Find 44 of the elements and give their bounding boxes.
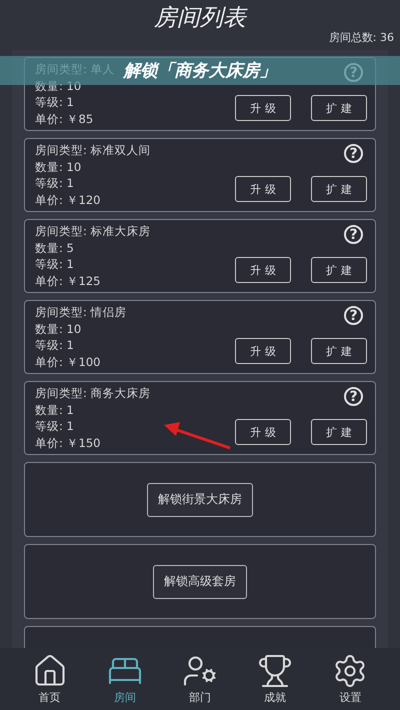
- expand-button[interactable]: 扩建: [311, 95, 367, 121]
- room-count: 数量: 10: [35, 158, 82, 175]
- upgrade-button[interactable]: 升级: [235, 338, 291, 364]
- help-icon[interactable]: ?: [344, 225, 363, 244]
- room-count: 数量: 5: [35, 240, 74, 256]
- unlock-button[interactable]: 解锁街景大床房: [147, 482, 253, 516]
- room-price: 单价: ￥100: [35, 354, 100, 370]
- room-level: 等级: 1: [35, 337, 74, 354]
- room-count: 数量: 1: [35, 402, 74, 418]
- page-title: 房间列表: [154, 4, 246, 32]
- expand-button[interactable]: 扩建: [311, 338, 367, 364]
- help-icon[interactable]: ?: [344, 387, 363, 406]
- room-type: 房间类型: 商务大床房: [35, 385, 151, 401]
- tab[interactable]: 房间: [94, 648, 155, 710]
- unlock-button[interactable]: 解锁高级套房: [153, 564, 247, 598]
- room-count: 数量: 10: [35, 320, 82, 337]
- trophy-icon: [257, 653, 294, 689]
- room-price: 单价: ￥120: [35, 192, 100, 208]
- room-type: 房间类型: 情侣房: [35, 304, 127, 320]
- room-total: 房间总数: 36: [328, 30, 394, 45]
- room-type: 房间类型: 标准双人间: [35, 142, 151, 158]
- tab[interactable]: 部门: [170, 648, 230, 710]
- tab[interactable]: 设置: [320, 648, 380, 710]
- tab[interactable]: 成就: [245, 648, 306, 710]
- tab[interactable]: 首页: [20, 648, 80, 710]
- upgrade-button[interactable]: 升级: [235, 257, 291, 283]
- room-price: 单价: ￥150: [35, 434, 100, 451]
- upgrade-button[interactable]: 升级: [235, 419, 291, 445]
- expand-button[interactable]: 扩建: [311, 176, 367, 202]
- room-type: 房间类型: 标准大床房: [35, 223, 151, 239]
- help-icon[interactable]: ?: [344, 306, 363, 325]
- help-icon[interactable]: ?: [344, 144, 363, 163]
- room-price: 单价: ￥85: [35, 110, 94, 127]
- room-price: 单价: ￥125: [35, 272, 100, 289]
- expand-button[interactable]: 扩建: [311, 419, 367, 445]
- upgrade-button[interactable]: 升级: [235, 176, 291, 202]
- room-level: 等级: 1: [35, 94, 74, 110]
- room-level: 等级: 1: [35, 256, 74, 272]
- upgrade-button[interactable]: 升级: [235, 95, 291, 121]
- expand-button[interactable]: 扩建: [311, 257, 367, 283]
- room-count: 数量: 10: [35, 78, 82, 94]
- room-level: 等级: 1: [35, 175, 74, 192]
- toast-text: 解锁「商务大床房」: [124, 60, 276, 82]
- room-level: 等级: 1: [35, 418, 74, 434]
